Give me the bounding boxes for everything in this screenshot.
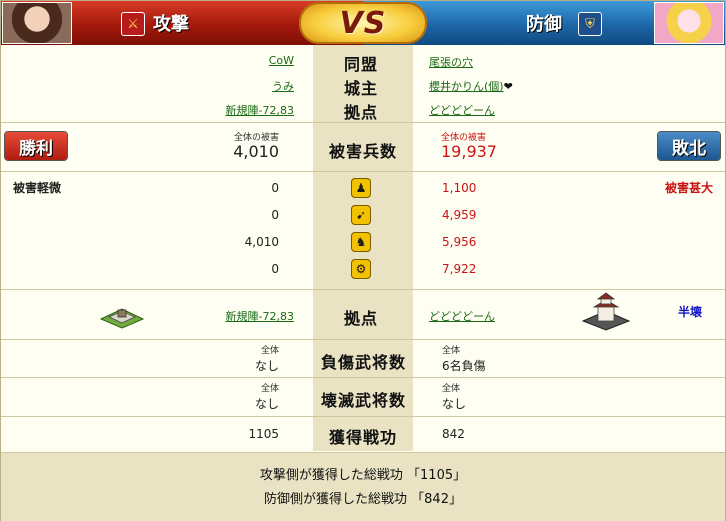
merit-label: 獲得戦功	[329, 428, 398, 447]
attacker-injured-caption: 全体	[260, 346, 279, 356]
crossed-swords-icon: ⚔	[121, 12, 145, 36]
shield-icon: ⛨	[578, 12, 602, 36]
defender-damage-status: 被害甚大	[664, 181, 713, 195]
siege-icon: ⚙	[351, 259, 371, 279]
attacker-damage-status: 被害軽微	[13, 181, 62, 195]
battle-report: ⚔ 攻撃 防御 ⛨ VS CoW 同盟 尾張の穴 うみ 城主 櫻井かりん(個)❤…	[0, 0, 726, 521]
base-label: 拠点	[344, 103, 379, 122]
defender-base-link[interactable]: どどどどーん	[429, 308, 495, 324]
defender-unit-loss: 4,959	[442, 208, 477, 222]
divider	[1, 122, 725, 123]
defender-unit-loss: 7,922	[442, 262, 477, 276]
divider	[1, 416, 725, 417]
heart-icon: ❤	[503, 80, 513, 93]
destroyed-label: 壊滅武将数	[321, 391, 407, 410]
attacker-unit-loss: 0	[271, 181, 279, 195]
base-label: 拠点	[344, 309, 379, 328]
lord-label: 城主	[344, 79, 379, 98]
attacker-label: 攻撃	[153, 14, 189, 35]
injured-label: 負傷武将数	[321, 353, 407, 372]
vs-text: VS	[339, 5, 387, 41]
defender-avatar[interactable]	[654, 2, 724, 44]
attacker-avatar[interactable]	[2, 2, 72, 44]
infantry-icon: ♟	[351, 178, 371, 198]
attacker-destroyed-caption: 全体	[260, 384, 279, 394]
attacker-lord-link[interactable]: うみ	[272, 78, 294, 94]
divider	[1, 171, 725, 172]
defeat-badge: 敗北	[658, 132, 720, 160]
defender-alliance-link[interactable]: 尾張の穴	[429, 54, 473, 70]
defender-destroyed-caption: 全体	[442, 384, 461, 394]
vs-badge: VS	[299, 2, 427, 44]
attacker-destroyed-value: なし	[254, 397, 279, 411]
damage-label: 被害兵数	[329, 142, 398, 161]
defender-injured-caption: 全体	[442, 346, 461, 356]
divider	[1, 289, 725, 290]
castle-building-icon	[581, 292, 631, 331]
attacker-merit-summary: 攻撃側が獲得した総戦功 「1105」	[259, 468, 467, 483]
bow-icon: ➹	[351, 205, 371, 225]
attacker-injured-value: なし	[254, 359, 279, 373]
attacker-unit-loss: 0	[271, 262, 279, 276]
defender-lord-link[interactable]: 櫻井かりん(個)	[429, 80, 504, 93]
defender-base-status: 半壊	[678, 305, 703, 319]
divider	[1, 377, 725, 378]
defender-merit: 842	[442, 427, 465, 441]
merit-summary: 攻撃側が獲得した総戦功 「1105」 防御側が獲得した総戦功 「842」	[1, 452, 725, 521]
defender-damage-total: 19,937	[441, 142, 497, 161]
alliance-label: 同盟	[344, 55, 379, 74]
victory-badge: 勝利	[5, 132, 67, 160]
camp-building-icon	[99, 308, 145, 329]
report-header: ⚔ 攻撃 防御 ⛨ VS	[1, 1, 725, 45]
attacker-damage-total: 4,010	[233, 142, 279, 161]
defender-destroyed-value: なし	[442, 397, 467, 411]
cavalry-icon: ♞	[351, 232, 371, 252]
attacker-alliance-link[interactable]: CoW	[269, 54, 294, 67]
attacker-merit: 1105	[248, 427, 279, 441]
attacker-unit-loss: 0	[271, 208, 279, 222]
defender-unit-loss: 5,956	[442, 235, 477, 249]
attacker-unit-loss: 4,010	[244, 235, 279, 249]
defender-base-link[interactable]: どどどどーん	[429, 102, 495, 118]
attacker-base-link[interactable]: 新規陣-72,83	[226, 308, 294, 324]
divider	[1, 339, 725, 340]
defender-label: 防御	[526, 14, 562, 35]
defender-unit-loss: 1,100	[442, 181, 477, 195]
attacker-base-link[interactable]: 新規陣-72,83	[226, 102, 294, 118]
defender-injured-value: 6名負傷	[442, 359, 486, 373]
defender-merit-summary: 防御側が獲得した総戦功 「842」	[264, 492, 462, 507]
